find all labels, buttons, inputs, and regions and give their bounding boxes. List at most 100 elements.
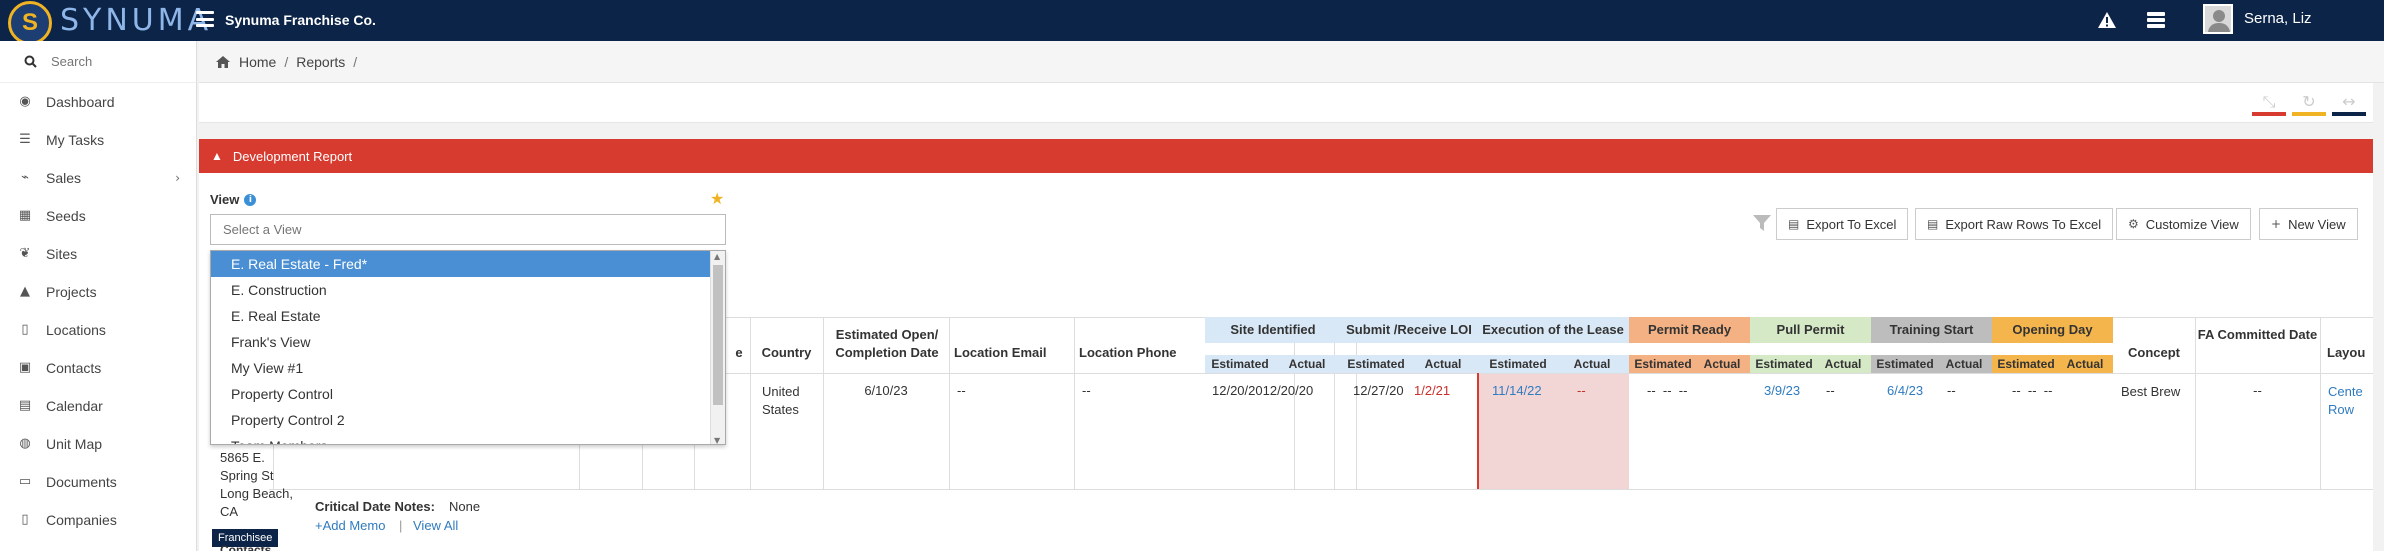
cell-permit-ready: -- -- --	[1647, 383, 1688, 398]
sidebar: ◉ Dashboard ☰ My Tasks ⌁ Sales › ▦ Seeds ❦ Sit…	[0, 41, 197, 551]
logo-text: SYNUMA	[60, 3, 213, 38]
cell-layout[interactable]: Cente Row	[2328, 383, 2368, 419]
gear-icon: ⚙	[2128, 217, 2139, 231]
cell-loi-actual: 1/2/21	[1414, 383, 1451, 398]
view-option[interactable]: Frank's View	[211, 329, 710, 355]
resize-icon[interactable]: ↔	[2332, 92, 2366, 116]
database-icon[interactable]	[2147, 12, 2165, 28]
sidebar-item-unit-map[interactable]: ◍ Unit Map	[0, 425, 196, 463]
sidebar-item-companies[interactable]: ▯ Companies	[0, 501, 196, 539]
view-option[interactable]: My View #1	[211, 355, 710, 381]
column-header[interactable]: e	[729, 344, 749, 362]
group-header-execution-lease[interactable]: Execution of the Lease	[1477, 317, 1629, 343]
sidebar-item-my-tasks[interactable]: ☰ My Tasks	[0, 121, 196, 159]
hamburger-menu-icon[interactable]	[196, 11, 214, 27]
search-input[interactable]	[51, 54, 191, 69]
breadcrumb-reports[interactable]: Reports	[296, 54, 345, 70]
view-option[interactable]: E. Real Estate - Fred*	[211, 251, 710, 277]
cell-training-estimated[interactable]: 6/4/23	[1887, 383, 1923, 398]
column-header-country[interactable]: Country	[750, 344, 823, 362]
view-option[interactable]: Property Control 2	[211, 407, 710, 433]
today-marker	[1477, 373, 1479, 489]
subheader-estimated: Estimated	[1211, 357, 1269, 371]
column-header-layout[interactable]: Layou	[2327, 344, 2373, 362]
synuma-logo[interactable]: S SYNUMA	[8, 0, 213, 45]
sidebar-item-label: Unit Map	[46, 436, 103, 452]
column-header-est-open[interactable]: Estimated Open/ Completion Date	[826, 326, 948, 362]
road-icon: ▲	[211, 149, 223, 163]
breadcrumb: Home / Reports /	[199, 41, 2384, 83]
group-header-permit-ready[interactable]: Permit Ready	[1629, 317, 1750, 343]
column-header-concept[interactable]: Concept	[2113, 344, 2195, 362]
column-header-location-email[interactable]: Location Email	[954, 344, 1072, 362]
column-header-fa-committed[interactable]: FA Committed Date	[2195, 326, 2320, 344]
customize-view-button[interactable]: ⚙ Customize View	[2116, 208, 2251, 240]
dropdown-scrollbar[interactable]: ▲ ▼	[710, 251, 725, 444]
export-raw-rows-button[interactable]: ▤ Export Raw Rows To Excel	[1915, 208, 2114, 240]
sidebar-item-seeds[interactable]: ▦ Seeds	[0, 197, 196, 235]
group-header-opening-day[interactable]: Opening Day	[1992, 317, 2113, 343]
view-option[interactable]: E. Real Estate	[211, 303, 710, 329]
export-to-excel-button[interactable]: ▤ Export To Excel	[1776, 208, 1909, 240]
cell-lease-estimated[interactable]: 11/14/22	[1492, 383, 1542, 398]
subheader-actual: Actual	[1573, 357, 1611, 371]
projects-icon: ▲	[20, 284, 30, 299]
sidebar-item-label: Seeds	[46, 208, 86, 224]
add-memo-link[interactable]: +Add Memo	[315, 518, 385, 533]
globe-icon: ◍	[19, 436, 31, 451]
collapse-icon[interactable]: ⤡	[2252, 92, 2286, 116]
view-option[interactable]: Team Members	[211, 433, 710, 444]
sidebar-item-calendar[interactable]: ▤ Calendar	[0, 387, 196, 425]
breadcrumb-home[interactable]: Home	[239, 54, 276, 70]
search-icon	[24, 55, 37, 68]
view-option[interactable]: E. Construction	[211, 277, 710, 303]
group-header-site-identified[interactable]: Site Identified	[1205, 317, 1341, 343]
cell-location-phone: --	[1082, 383, 1091, 398]
cell-loi-estimated: 12/27/20	[1353, 383, 1404, 398]
group-header-submit-loi[interactable]: Submit /Receive LOI	[1341, 317, 1477, 343]
view-dropdown: E. Real Estate - Fred* E. Construction E…	[210, 250, 726, 445]
cell-pull-permit-estimated[interactable]: 3/9/23	[1764, 383, 1800, 398]
view-option[interactable]: Property Control	[211, 381, 710, 407]
group-header-training-start[interactable]: Training Start	[1871, 317, 1992, 343]
address-line: Spring St	[220, 468, 274, 483]
warning-icon[interactable]	[2097, 10, 2117, 30]
memo-separator: |	[399, 518, 403, 533]
view-select-input[interactable]	[223, 222, 703, 237]
subheader-actual: Actual	[1288, 357, 1326, 371]
filter-icon[interactable]	[1752, 213, 1772, 233]
star-icon[interactable]: ★	[710, 189, 724, 208]
view-all-link[interactable]: View All	[413, 518, 458, 533]
sidebar-item-label: Contacts	[46, 360, 102, 376]
sidebar-item-sites[interactable]: ❦ Sites	[0, 235, 196, 273]
breadcrumb-separator: /	[284, 53, 289, 70]
sidebar-item-sales[interactable]: ⌁ Sales ›	[0, 159, 196, 197]
sidebar-item-label: Projects	[46, 284, 97, 300]
group-header-pull-permit[interactable]: Pull Permit	[1750, 317, 1871, 343]
view-select[interactable]	[210, 214, 726, 245]
subheader-actual: Actual	[1424, 357, 1462, 371]
sidebar-item-locations[interactable]: ▯ Locations	[0, 311, 196, 349]
subheader-estimated: Estimated	[1997, 357, 2055, 371]
user-name[interactable]: Serna, Liz	[2244, 10, 2312, 27]
scrollbar-thumb[interactable]	[713, 265, 723, 405]
avatar[interactable]	[2203, 4, 2233, 34]
new-view-button[interactable]: + New View	[2259, 208, 2358, 240]
scroll-up-icon[interactable]: ▲	[714, 252, 720, 261]
column-header-location-phone[interactable]: Location Phone	[1079, 344, 1197, 362]
cell-country: United States	[762, 384, 800, 417]
building-icon: ▯	[21, 512, 29, 527]
button-label: Export To Excel	[1806, 216, 1897, 232]
sidebar-item-dashboard[interactable]: ◉ Dashboard	[0, 83, 196, 121]
scroll-down-icon[interactable]: ▼	[714, 436, 720, 444]
sidebar-item-contacts[interactable]: ▣ Contacts	[0, 349, 196, 387]
sidebar-item-projects[interactable]: ▲ Projects	[0, 273, 196, 311]
info-icon[interactable]: i	[244, 193, 257, 206]
subheader-actual: Actual	[1945, 357, 1983, 371]
sidebar-item-label: Dashboard	[46, 94, 115, 110]
tasks-icon: ☰	[19, 132, 31, 147]
cell-location-email: --	[957, 383, 966, 398]
sidebar-item-documents[interactable]: ▭ Documents	[0, 463, 196, 501]
refresh-icon[interactable]: ↻	[2292, 92, 2326, 116]
cell-fa-committed: --	[2253, 383, 2262, 398]
